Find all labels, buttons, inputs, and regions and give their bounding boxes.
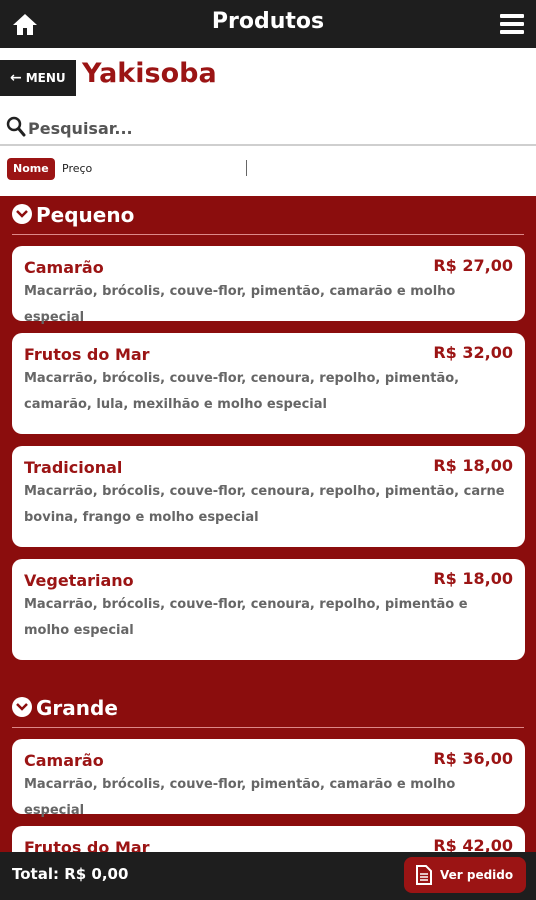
arrow-left-icon: ← — [10, 70, 22, 86]
menu-button-label: MENU — [25, 71, 66, 85]
product-card[interactable]: Frutos do Mar R$ 32,00 Macarrão, brócoli… — [12, 333, 525, 434]
product-card[interactable]: Tradicional R$ 18,00 Macarrão, brócolis,… — [12, 446, 525, 547]
sort-bar: Nome Preço — [0, 156, 536, 184]
search-bar — [0, 112, 536, 146]
product-price: R$ 18,00 — [433, 569, 513, 588]
chevron-down-icon — [12, 204, 32, 224]
back-to-menu-button[interactable]: ← MENU — [0, 60, 76, 96]
section-title: Grande — [36, 696, 118, 720]
order-total: Total: R$ 0,00 — [12, 865, 129, 883]
product-card[interactable]: Camarão R$ 27,00 Macarrão, brócolis, cou… — [12, 246, 525, 325]
bottom-bar: Total: R$ 0,00 Ver pedido — [0, 852, 536, 900]
product-price: R$ 27,00 — [433, 256, 513, 275]
search-icon — [6, 116, 26, 137]
product-card[interactable]: Vegetariano R$ 18,00 Macarrão, brócolis,… — [12, 559, 525, 660]
chevron-down-icon — [12, 697, 32, 717]
product-description: Macarrão, brócolis, couve-flor, pimentão… — [24, 284, 456, 325]
document-icon — [416, 865, 432, 885]
section-title: Pequeno — [36, 203, 135, 227]
product-description: Macarrão, brócolis, couve-flor, cenoura,… — [24, 371, 460, 412]
view-order-label: Ver pedido — [440, 868, 514, 882]
product-price: R$ 36,00 — [433, 749, 513, 768]
sort-divider — [246, 160, 247, 176]
page-header-title: Produtos — [211, 9, 325, 34]
product-description: Macarrão, brócolis, couve-flor, cenoura,… — [24, 484, 505, 525]
product-price: R$ 18,00 — [433, 456, 513, 475]
category-title: Yakisoba — [82, 58, 217, 89]
hamburger-menu-icon[interactable] — [500, 14, 524, 34]
top-bar: Produtos — [0, 0, 536, 48]
section-header-pequeno[interactable]: Pequeno — [12, 203, 524, 235]
product-description: Macarrão, brócolis, couve-flor, cenoura,… — [24, 597, 468, 638]
product-card[interactable]: Camarão R$ 36,00 Macarrão, brócolis, cou… — [12, 739, 525, 818]
sort-by-price-button[interactable]: Preço — [62, 162, 92, 175]
product-description: Macarrão, brócolis, couve-flor, pimentão… — [24, 777, 456, 818]
view-order-button[interactable]: Ver pedido — [404, 857, 526, 893]
section-header-grande[interactable]: Grande — [12, 696, 524, 728]
search-input[interactable] — [28, 114, 528, 142]
product-price: R$ 32,00 — [433, 343, 513, 362]
sort-by-name-button[interactable]: Nome — [7, 158, 55, 180]
